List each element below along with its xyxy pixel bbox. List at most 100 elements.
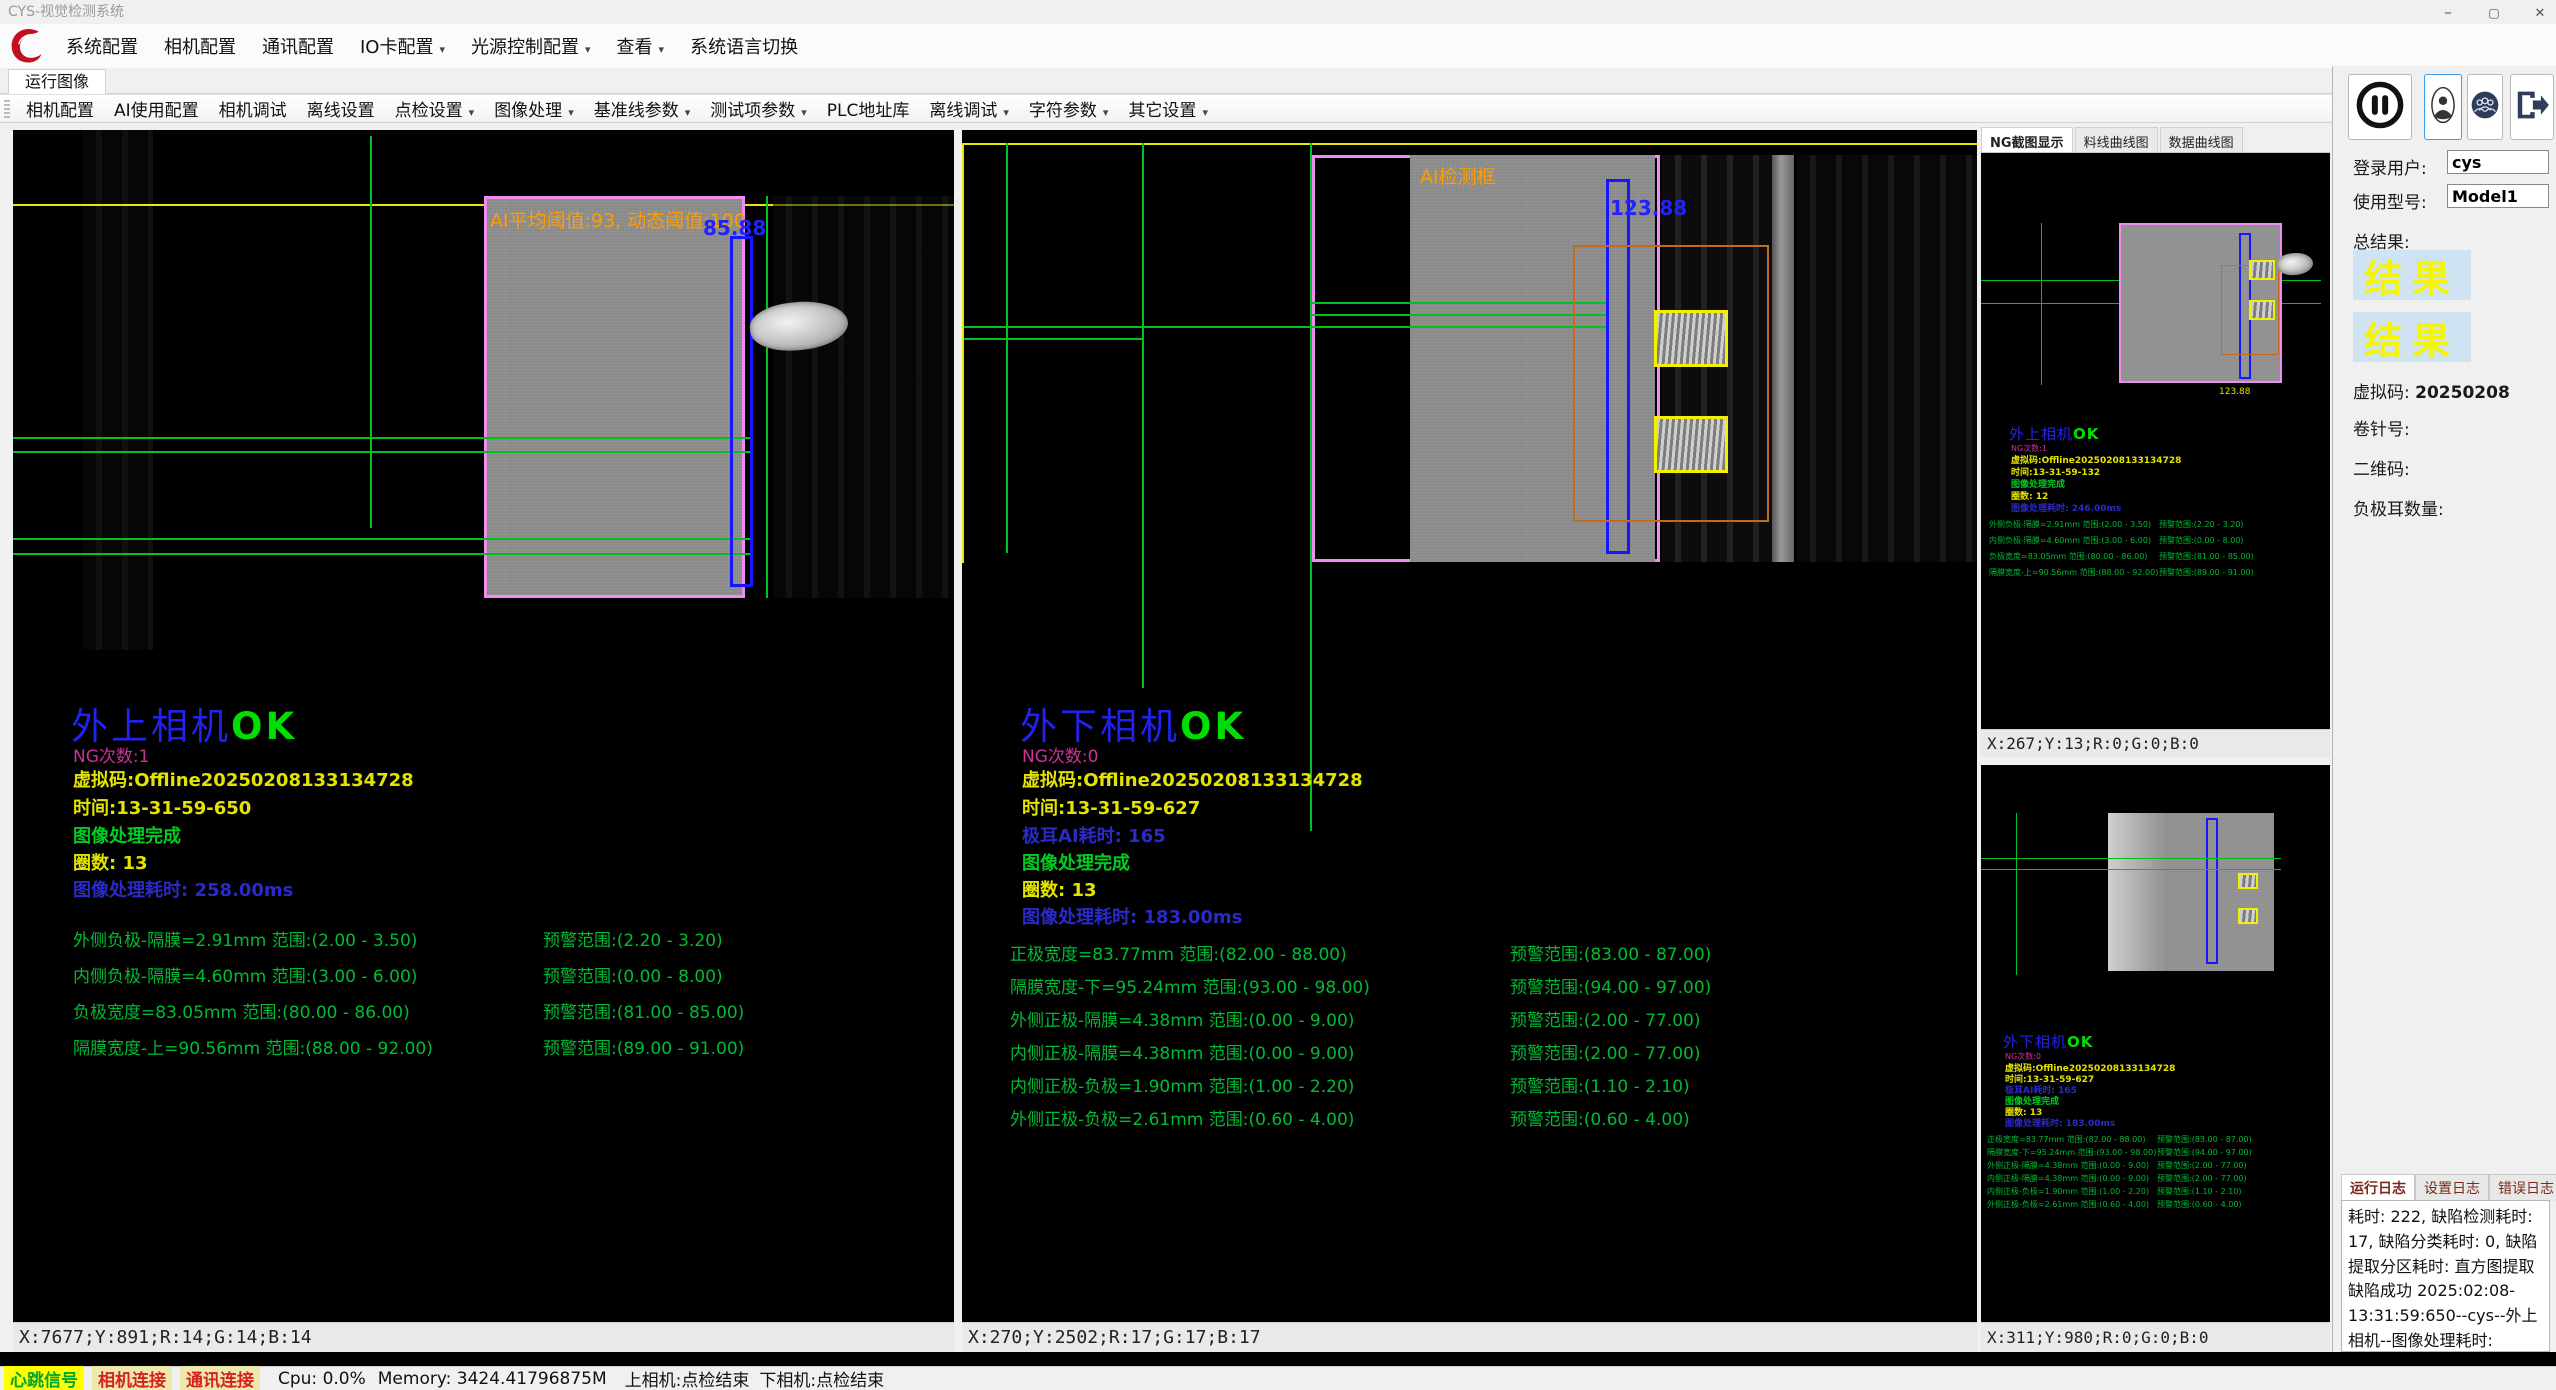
exit-button[interactable]: [2510, 74, 2554, 140]
tb-ai-use-config[interactable]: AI使用配置: [104, 94, 209, 123]
menu-item-system-config[interactable]: 系统配置: [56, 29, 148, 63]
mini-measurement-text: 内侧正极-隔膜=4.38mm 范围:(0.00 - 9.00): [1987, 1173, 2157, 1184]
mini-measurement-text: 正极宽度=83.77mm 范围:(82.00 - 88.00): [1987, 1134, 2157, 1145]
pause-button[interactable]: [2348, 74, 2412, 140]
pause-icon: [2354, 79, 2406, 135]
measurement-text: 隔膜宽度-上=90.56mm 范围:(88.00 - 92.00): [73, 1034, 543, 1059]
tb-camera-config[interactable]: 相机配置: [16, 94, 104, 123]
result-badge-upper: 结果: [2353, 250, 2471, 300]
warning-range-text: 预警范围:(81.00 - 85.00): [543, 998, 744, 1023]
tab-data-curve[interactable]: 数据曲线图: [2160, 127, 2243, 152]
mini-warning-text: 预警范围:(81.00 - 85.00): [2159, 551, 2254, 562]
edge-line: [766, 196, 768, 598]
tab-settings-log[interactable]: 设置日志: [2415, 1174, 2489, 1201]
toolbar: 相机配置 AI使用配置 相机调试 离线设置 点检设置 图像处理 基准线参数 测试…: [0, 94, 2332, 123]
minimize-icon[interactable]: [2438, 2, 2458, 22]
guide-line-vertical: [370, 136, 372, 528]
comm-link-badge: 通讯连接: [180, 1366, 260, 1390]
close-icon[interactable]: [2530, 2, 2550, 22]
tab-material-curve[interactable]: 料线曲线图: [2075, 127, 2158, 152]
heartbeat-badge: 心跳信号: [4, 1366, 84, 1390]
measure-line: [1312, 314, 1606, 316]
tab-run-log[interactable]: 运行日志: [2341, 1174, 2415, 1201]
mini-measurement-row: 内侧正极-负极=1.90mm 范围:(1.00 - 2.20)预警范围:(1.1…: [1987, 1186, 2242, 1197]
tb-char-params[interactable]: 字符参数: [1019, 94, 1119, 123]
model-field[interactable]: [2447, 184, 2549, 208]
mini-process-time: 图像处理耗时: 183.00ms: [2005, 1116, 2115, 1129]
mini-warning-text: 预警范围:(1.10 - 2.10): [2157, 1186, 2242, 1197]
tb-image-processing[interactable]: 图像处理: [484, 94, 584, 123]
menu-item-language-switch[interactable]: 系统语言切换: [680, 29, 808, 63]
exit-icon: [2514, 89, 2550, 125]
tb-offline-debug[interactable]: 离线调试: [919, 94, 1019, 123]
measurement-row: 正极宽度=83.77mm 范围:(82.00 - 88.00)预警范围:(83.…: [1010, 940, 1940, 965]
tab-found-box: [1654, 310, 1728, 367]
virtual-code: 虚拟码:Offline20250208133134728: [1022, 766, 1363, 792]
upper-camera-status: 上相机:点检结束: [625, 1366, 750, 1390]
tb-spot-check-settings[interactable]: 点检设置: [385, 94, 485, 123]
measure-line: [13, 553, 753, 555]
mini-measurement-row: 正极宽度=83.77mm 范围:(82.00 - 88.00)预警范围:(83.…: [1987, 1134, 2252, 1145]
mini-result-ok: OK: [2073, 425, 2099, 443]
warning-range-text: 预警范围:(94.00 - 97.00): [1510, 973, 1711, 998]
measurement-row: 内侧正极-负极=1.90mm 范围:(1.00 - 2.20)预警范围:(1.1…: [1010, 1072, 1940, 1097]
ng-view-tabs: NG截图显示 料线曲线图 数据曲线图: [1981, 127, 2330, 153]
tab-ng-snapshot[interactable]: NG截图显示: [1981, 127, 2073, 152]
maximize-icon[interactable]: [2484, 2, 2504, 22]
mini-measurement-text: 内侧负极-隔膜=4.60mm 范围:(3.00 - 6.00): [1989, 535, 2159, 546]
measurement-row: 隔膜宽度-下=95.24mm 范围:(93.00 - 98.00)预警范围:(9…: [1010, 973, 1940, 998]
tb-other-settings[interactable]: 其它设置: [1118, 94, 1218, 123]
mini-electrode-blob: [2276, 251, 2314, 277]
warning-range-text: 预警范围:(83.00 - 87.00): [1510, 940, 1711, 965]
login-user-field[interactable]: [2447, 150, 2549, 174]
menu-item-comm-config[interactable]: 通讯配置: [252, 29, 344, 63]
menu-item-io-card-config[interactable]: IO卡配置: [350, 29, 455, 63]
mini-warning-text: 预警范围:(0.00 - 8.00): [2159, 535, 2244, 546]
menu-items: 系统配置 相机配置 通讯配置 IO卡配置 光源控制配置 查看 系统语言切换: [56, 24, 808, 68]
lower-camera-coords: X:270;Y:2502;R:17;G:17;B:17: [962, 1322, 1977, 1352]
baseline-yellow: [962, 143, 1977, 145]
process-time: 图像处理耗时: 183.00ms: [1022, 903, 1242, 929]
tb-camera-debug[interactable]: 相机调试: [209, 94, 297, 123]
mini-tab-found-box: [2249, 260, 2275, 280]
virtual-code-caption: 虚拟码:: [2353, 383, 2410, 403]
mini-camera-name: 外下相机: [2003, 1033, 2067, 1051]
mini-measurement-row: 隔膜宽度-上=90.56mm 范围:(88.00 - 92.00)预警范围:(8…: [1989, 567, 2254, 578]
ng-top-coords: X:267;Y:13;R:0;G:0;B:0: [1981, 729, 2330, 757]
run-log-content[interactable]: 耗时: 222, 缺陷检测耗时: 17, 缺陷分类耗时: 0, 缺陷提取分区耗时…: [2341, 1200, 2550, 1352]
tab-error-log[interactable]: 错误日志: [2489, 1174, 2556, 1201]
ai-time: 极耳AI耗时: 165: [1022, 822, 1166, 848]
result-ok: OK: [1180, 705, 1246, 748]
login-user-label: 登录用户:: [2353, 154, 2427, 179]
measurement-row: 内侧正极-隔膜=4.38mm 范围:(0.00 - 9.00)预警范围:(2.0…: [1010, 1039, 1940, 1064]
qr-code-label: 二维码:: [2353, 455, 2410, 480]
ng-snapshot-bottom[interactable]: 外下相机OK NG次数:0 虚拟码:Offline202502081331347…: [1981, 765, 2330, 1322]
mini-measurement-text: 隔膜宽度-下=95.24mm 范围:(93.00 - 98.00): [1987, 1147, 2157, 1158]
tb-plc-address-lib[interactable]: PLC地址库: [817, 94, 920, 123]
ng-snapshot-top[interactable]: 123.88 外上相机OK NG次数:1 虚拟码:Offline20250208…: [1981, 153, 2330, 729]
menu-item-light-control-config[interactable]: 光源控制配置: [461, 29, 601, 63]
ai-box-label: AI检测框: [1420, 162, 1496, 189]
tb-baseline-params[interactable]: 基准线参数: [584, 94, 701, 123]
mini-measurement-text: 负极宽度=83.05mm 范围:(80.00 - 86.00): [1989, 551, 2159, 562]
mini-measurement-row: 外侧负极-隔膜=2.91mm 范围:(2.00 - 3.50)预警范围:(2.2…: [1989, 519, 2244, 530]
mini-measurement-row: 负极宽度=83.05mm 范围:(80.00 - 86.00)预警范围:(81.…: [1989, 551, 2254, 562]
log-tabs: 运行日志 设置日志 错误日志: [2341, 1174, 2556, 1201]
mini-measurement-row: 内侧正极-隔膜=4.38mm 范围:(0.00 - 9.00)预警范围:(2.0…: [1987, 1173, 2247, 1184]
menu-item-camera-config[interactable]: 相机配置: [154, 29, 246, 63]
lower-camera-status: 下相机:点检结束: [759, 1366, 884, 1390]
tb-test-item-params[interactable]: 测试项参数: [700, 94, 817, 123]
warning-range-text: 预警范围:(1.10 - 2.10): [1510, 1072, 1690, 1097]
tb-offline-settings[interactable]: 离线设置: [297, 94, 385, 123]
upper-camera-viewport[interactable]: AI平均阈值:93, 动态阈值:100 85.88 外上相机OK NG次数:1 …: [13, 130, 954, 1322]
mini-process-time: 图像处理耗时: 246.00ms: [2011, 501, 2121, 514]
menu-item-view[interactable]: 查看: [607, 29, 675, 63]
lower-camera-viewport[interactable]: AI检测框 123.88 外下相机OK NG次数:0 虚拟码:Offline20…: [962, 130, 1977, 1322]
user-button[interactable]: [2424, 74, 2462, 140]
ng-count: NG次数:1: [73, 742, 149, 767]
tab-run-image[interactable]: 运行图像: [8, 69, 106, 94]
users-button[interactable]: [2467, 74, 2503, 140]
menu-bar: 系统配置 相机配置 通讯配置 IO卡配置 光源控制配置 查看 系统语言切换: [0, 24, 2556, 69]
mini-measurement-row: 隔膜宽度-下=95.24mm 范围:(93.00 - 98.00)预警范围:(9…: [1987, 1147, 2252, 1158]
toolbar-grip-icon: [4, 100, 10, 118]
